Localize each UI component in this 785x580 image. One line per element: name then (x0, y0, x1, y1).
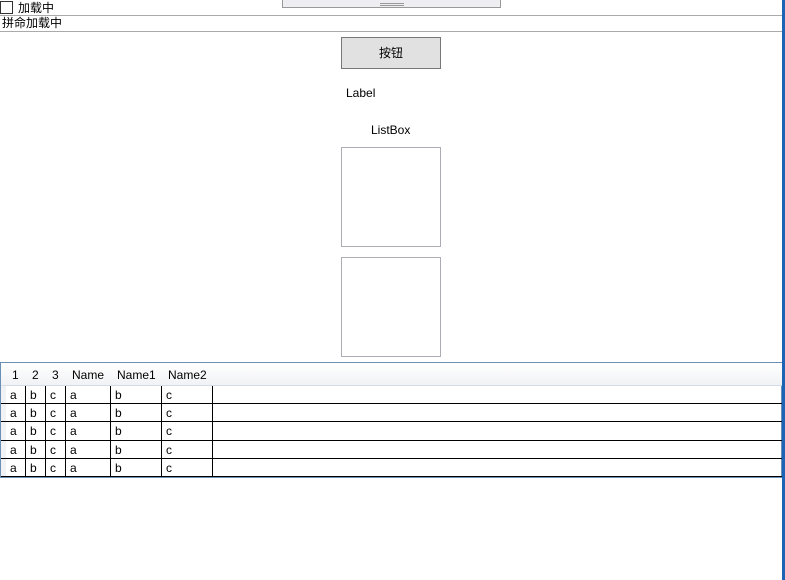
listbox-1[interactable] (341, 147, 441, 247)
table-row[interactable]: abcabc (1, 404, 782, 422)
table-cell[interactable]: b (26, 386, 46, 403)
checkbox-box[interactable] (0, 0, 13, 14)
column-header[interactable]: 1 (6, 363, 26, 385)
column-header[interactable]: Name1 (111, 363, 162, 385)
table-cell[interactable]: a (6, 386, 26, 403)
table-cell[interactable]: c (162, 441, 213, 458)
table-cell[interactable]: a (66, 404, 111, 421)
column-header[interactable]: 3 (46, 363, 66, 385)
table-cell[interactable]: a (6, 422, 26, 440)
table-cell[interactable]: c (162, 404, 213, 421)
loading-checkbox[interactable]: 加载中 (0, 0, 55, 15)
table-cell[interactable]: b (26, 441, 46, 458)
status-textbox[interactable]: 拼命加载中 (0, 15, 782, 32)
table-cell[interactable]: b (111, 441, 162, 458)
table-cell[interactable]: c (46, 386, 66, 403)
top-button[interactable] (282, 0, 501, 8)
table-cell[interactable]: b (111, 459, 162, 476)
label: Label (346, 86, 376, 100)
checkbox-label: 加载中 (18, 0, 55, 15)
table-cell[interactable]: b (26, 422, 46, 440)
table-row[interactable]: abcabc (1, 386, 782, 404)
table-cell[interactable]: c (46, 441, 66, 458)
table-cell[interactable]: b (111, 386, 162, 403)
table-cell[interactable]: c (162, 422, 213, 440)
listbox-2[interactable] (341, 257, 441, 357)
grid-header: 1 2 3 Name Name1 Name2 (1, 363, 782, 386)
table-cell[interactable]: c (46, 422, 66, 440)
table-cell[interactable]: c (46, 404, 66, 421)
table-cell[interactable]: a (6, 459, 26, 476)
table-row[interactable]: abcabc (1, 441, 782, 459)
table-cell[interactable]: b (26, 459, 46, 476)
listbox-title: ListBox (371, 123, 411, 137)
table-cell[interactable]: a (66, 386, 111, 403)
table-cell[interactable]: a (66, 441, 111, 458)
column-header[interactable]: Name (66, 363, 111, 385)
main-button[interactable]: 按钮 (341, 37, 441, 69)
table-cell[interactable]: a (6, 404, 26, 421)
table-cell[interactable]: c (162, 386, 213, 403)
grip-icon (380, 3, 404, 6)
data-grid[interactable]: 1 2 3 Name Name1 Name2 a b c a b c a b c a b c a b c a b c a b c a b… (0, 362, 782, 478)
table-cell[interactable]: a (66, 422, 111, 440)
table-cell[interactable]: c (46, 459, 66, 476)
table-cell[interactable]: b (26, 404, 46, 421)
table-cell[interactable]: a (66, 459, 111, 476)
column-header[interactable]: Name2 (162, 363, 213, 385)
table-row[interactable]: abcabc (1, 459, 782, 477)
table-cell[interactable]: b (111, 422, 162, 440)
column-header[interactable]: 2 (26, 363, 46, 385)
table-cell[interactable]: a (6, 441, 26, 458)
table-cell[interactable]: b (111, 404, 162, 421)
table-row[interactable]: abcabc (1, 422, 782, 441)
table-cell[interactable]: c (162, 459, 213, 476)
